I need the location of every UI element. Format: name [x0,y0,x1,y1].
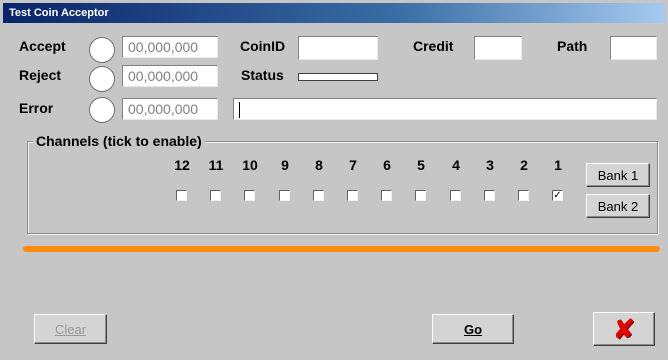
channel-checkbox[interactable] [347,190,358,201]
reject-indicator [89,66,115,92]
go-button[interactable]: Go [432,314,514,344]
channel-number: 9 [281,157,289,173]
reject-label: Reject [19,67,62,83]
accent-separator [23,246,660,252]
error-message-field[interactable] [233,98,657,120]
channels-group-title: Channels (tick to enable) [33,133,205,149]
channel-number: 7 [349,157,357,173]
accept-label: Accept [19,38,66,54]
accept-count: 00,000,000 [122,36,218,58]
error-label: Error [19,100,54,116]
credit-label: Credit [413,38,454,54]
channel-checkbox[interactable] [313,190,324,201]
channel-checkbox[interactable] [381,190,392,201]
error-indicator [89,97,115,123]
channel-checkbox[interactable] [450,190,461,201]
bank2-button[interactable]: Bank 2 [586,194,650,218]
channel-number: 6 [383,157,391,173]
channel-checkbox[interactable] [244,190,255,201]
close-icon: ✘ [613,314,635,344]
clear-button[interactable]: Clear [34,314,107,344]
clear-button-label: Clear [54,321,87,337]
channel-number: 12 [174,157,190,173]
channel-checkbox[interactable] [484,190,495,201]
error-count: 00,000,000 [122,98,218,120]
path-field[interactable] [610,36,657,60]
bank1-button[interactable]: Bank 1 [586,163,650,187]
credit-field[interactable] [474,36,522,60]
reject-count: 00,000,000 [122,65,218,87]
channel-checkbox[interactable] [210,190,221,201]
channel-number: 1 [554,157,562,173]
status-progress-bar [298,73,378,81]
status-label: Status [241,67,284,83]
channel-checkbox[interactable] [279,190,290,201]
channel-number: 5 [417,157,425,173]
path-label: Path [557,38,588,54]
accept-indicator [89,37,115,63]
channel-checkbox[interactable] [415,190,426,201]
channel-number: 11 [208,157,224,173]
channel-checkbox[interactable] [518,190,529,201]
coinid-field[interactable] [298,36,378,60]
channel-number: 3 [486,157,494,173]
channel-number: 4 [452,157,460,173]
channel-number: 10 [242,157,258,173]
channel-number: 2 [520,157,528,173]
channel-checkbox[interactable] [176,190,187,201]
text-caret [239,102,240,118]
window-title: Test Coin Acceptor [3,3,665,23]
channel-checkbox[interactable]: ✓ [552,190,563,201]
go-button-label: Go [463,321,483,337]
coinid-label: CoinID [240,38,286,54]
channels-group [27,141,658,234]
close-button[interactable]: ✘ [593,312,655,346]
channel-number: 8 [315,157,323,173]
